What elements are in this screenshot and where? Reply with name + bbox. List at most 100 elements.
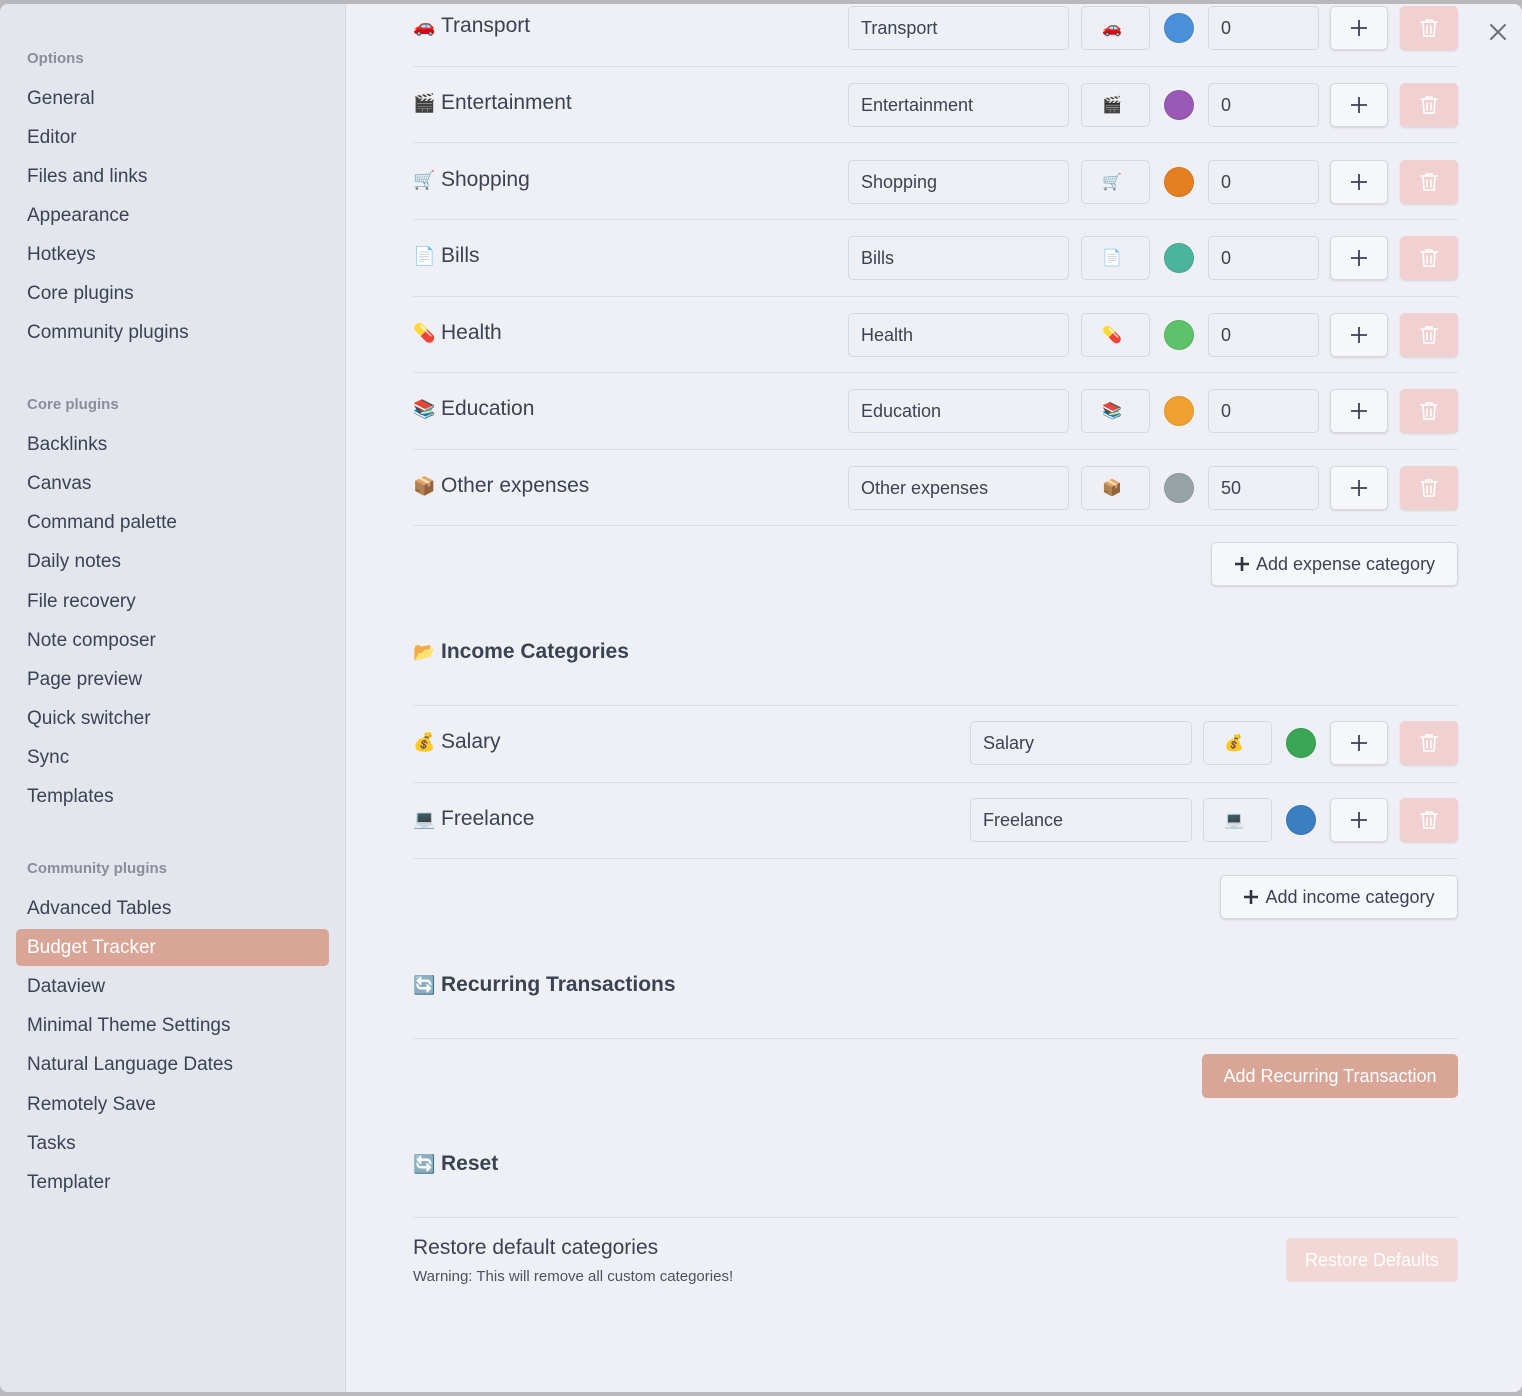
plus-icon	[1351, 735, 1367, 751]
sidebar-item-file-recovery[interactable]: File recovery	[16, 583, 329, 620]
budget-amount-input[interactable]: 0	[1208, 160, 1319, 204]
money-bag-emoji-icon: 💰	[413, 731, 436, 753]
sidebar-item-hotkeys[interactable]: Hotkeys	[16, 236, 329, 273]
section-divider	[413, 1217, 1458, 1218]
sidebar-item-remotely-save[interactable]: Remotely Save	[16, 1086, 329, 1123]
add-subcategory-button[interactable]	[1330, 721, 1388, 765]
sidebar-item-minimal-theme-settings[interactable]: Minimal Theme Settings	[16, 1007, 329, 1044]
income-name-input[interactable]: Salary	[970, 721, 1192, 765]
expense-name-input[interactable]: Transport	[848, 6, 1069, 50]
close-icon[interactable]	[1484, 18, 1512, 46]
delete-category-button[interactable]	[1400, 313, 1458, 357]
delete-category-button[interactable]	[1400, 236, 1458, 280]
delete-category-button[interactable]	[1400, 83, 1458, 127]
budget-amount-input[interactable]: 0	[1208, 389, 1319, 433]
sidebar-item-files-and-links[interactable]: Files and links	[16, 158, 329, 195]
delete-category-button[interactable]	[1400, 721, 1458, 765]
sidebar-item-core-plugins[interactable]: Core plugins	[16, 275, 329, 312]
restore-defaults-button[interactable]: Restore Defaults	[1286, 1238, 1458, 1282]
expense-emoji-input[interactable]: 🚗	[1081, 6, 1150, 50]
budget-amount-input[interactable]: 0	[1208, 236, 1319, 280]
sidebar-item-advanced-tables[interactable]: Advanced Tables	[16, 890, 329, 927]
add-subcategory-button[interactable]	[1330, 83, 1388, 127]
delete-category-button[interactable]	[1400, 798, 1458, 842]
row-divider	[413, 142, 1458, 143]
expense-emoji-input[interactable]: 📚	[1081, 389, 1150, 433]
expense-name-input[interactable]: Shopping	[848, 160, 1069, 204]
expense-emoji-input[interactable]: 🛒	[1081, 160, 1150, 204]
expense-name-input[interactable]: Bills	[848, 236, 1069, 280]
sidebar-item-note-composer[interactable]: Note composer	[16, 622, 329, 659]
settings-window: Options General Editor Files and links A…	[0, 4, 1522, 1392]
budget-amount-input[interactable]: 0	[1208, 313, 1319, 357]
plus-icon	[1351, 97, 1367, 113]
add-recurring-transaction-button[interactable]: Add Recurring Transaction	[1202, 1054, 1458, 1098]
add-subcategory-button[interactable]	[1330, 466, 1388, 510]
expense-emoji-input[interactable]: 📦	[1081, 466, 1150, 510]
add-subcategory-button[interactable]	[1330, 236, 1388, 280]
sidebar-item-templater[interactable]: Templater	[16, 1164, 329, 1201]
delete-category-button[interactable]	[1400, 389, 1458, 433]
add-expense-category-button[interactable]: Add expense category	[1211, 542, 1458, 586]
sidebar-item-tasks[interactable]: Tasks	[16, 1125, 329, 1162]
sidebar-item-quick-switcher[interactable]: Quick switcher	[16, 700, 329, 737]
refresh-emoji-icon: 🔄	[413, 1153, 436, 1175]
income-emoji-input[interactable]: 💰	[1203, 721, 1272, 765]
color-swatch[interactable]	[1164, 320, 1194, 350]
expense-name-input[interactable]: Health	[848, 313, 1069, 357]
color-swatch[interactable]	[1286, 728, 1316, 758]
sidebar-section-core-plugins: Core plugins	[27, 396, 119, 413]
sidebar-item-backlinks[interactable]: Backlinks	[16, 426, 329, 463]
sidebar-item-community-plugins[interactable]: Community plugins	[16, 314, 329, 351]
expense-emoji-input[interactable]: 📄	[1081, 236, 1150, 280]
expense-name-input[interactable]: Education	[848, 389, 1069, 433]
color-swatch[interactable]	[1164, 90, 1194, 120]
budget-amount-input[interactable]: 50	[1208, 466, 1319, 510]
expense-name: 📦 Other expenses	[413, 474, 590, 497]
expense-name-input[interactable]: Entertainment	[848, 83, 1069, 127]
budget-amount-input[interactable]: 0	[1208, 83, 1319, 127]
pill-emoji-icon: 💊	[413, 322, 436, 344]
sidebar-item-canvas[interactable]: Canvas	[16, 465, 329, 502]
sidebar-item-page-preview[interactable]: Page preview	[16, 661, 329, 698]
row-divider	[413, 782, 1458, 783]
income-emoji-input[interactable]: 💻	[1203, 798, 1272, 842]
expense-name-input[interactable]: Other expenses	[848, 466, 1069, 510]
delete-category-button[interactable]	[1400, 6, 1458, 50]
color-swatch[interactable]	[1164, 167, 1194, 197]
sidebar-section-community-plugins: Community plugins	[27, 860, 167, 877]
delete-category-button[interactable]	[1400, 466, 1458, 510]
sidebar-item-appearance[interactable]: Appearance	[16, 197, 329, 234]
trash-icon	[1420, 326, 1438, 344]
sidebar-item-daily-notes[interactable]: Daily notes	[16, 543, 329, 580]
sidebar-item-templates[interactable]: Templates	[16, 778, 329, 815]
sidebar-item-natural-language-dates[interactable]: Natural Language Dates	[16, 1046, 329, 1083]
color-swatch[interactable]	[1286, 805, 1316, 835]
add-subcategory-button[interactable]	[1330, 798, 1388, 842]
color-swatch[interactable]	[1164, 473, 1194, 503]
color-swatch[interactable]	[1164, 396, 1194, 426]
clapper-emoji-icon: 🎬	[413, 92, 436, 114]
expense-emoji-input[interactable]: 🎬	[1081, 83, 1150, 127]
sidebar-item-command-palette[interactable]: Command palette	[16, 504, 329, 541]
restore-defaults-title: Restore default categories	[413, 1236, 659, 1259]
trash-icon	[1420, 19, 1438, 37]
income-name-input[interactable]: Freelance	[970, 798, 1192, 842]
sidebar-item-budget-tracker[interactable]: Budget Tracker	[16, 929, 329, 966]
income-name: 💻 Freelance	[413, 807, 535, 830]
sidebar-item-dataview[interactable]: Dataview	[16, 968, 329, 1005]
expense-emoji-input[interactable]: 💊	[1081, 313, 1150, 357]
row-divider	[413, 858, 1458, 859]
sidebar-item-editor[interactable]: Editor	[16, 119, 329, 156]
color-swatch[interactable]	[1164, 13, 1194, 43]
budget-amount-input[interactable]: 0	[1208, 6, 1319, 50]
delete-category-button[interactable]	[1400, 160, 1458, 204]
sidebar-item-sync[interactable]: Sync	[16, 739, 329, 776]
add-subcategory-button[interactable]	[1330, 389, 1388, 433]
add-subcategory-button[interactable]	[1330, 6, 1388, 50]
add-income-category-button[interactable]: Add income category	[1220, 875, 1458, 919]
add-subcategory-button[interactable]	[1330, 313, 1388, 357]
sidebar-item-general[interactable]: General	[16, 80, 329, 117]
add-subcategory-button[interactable]	[1330, 160, 1388, 204]
color-swatch[interactable]	[1164, 243, 1194, 273]
